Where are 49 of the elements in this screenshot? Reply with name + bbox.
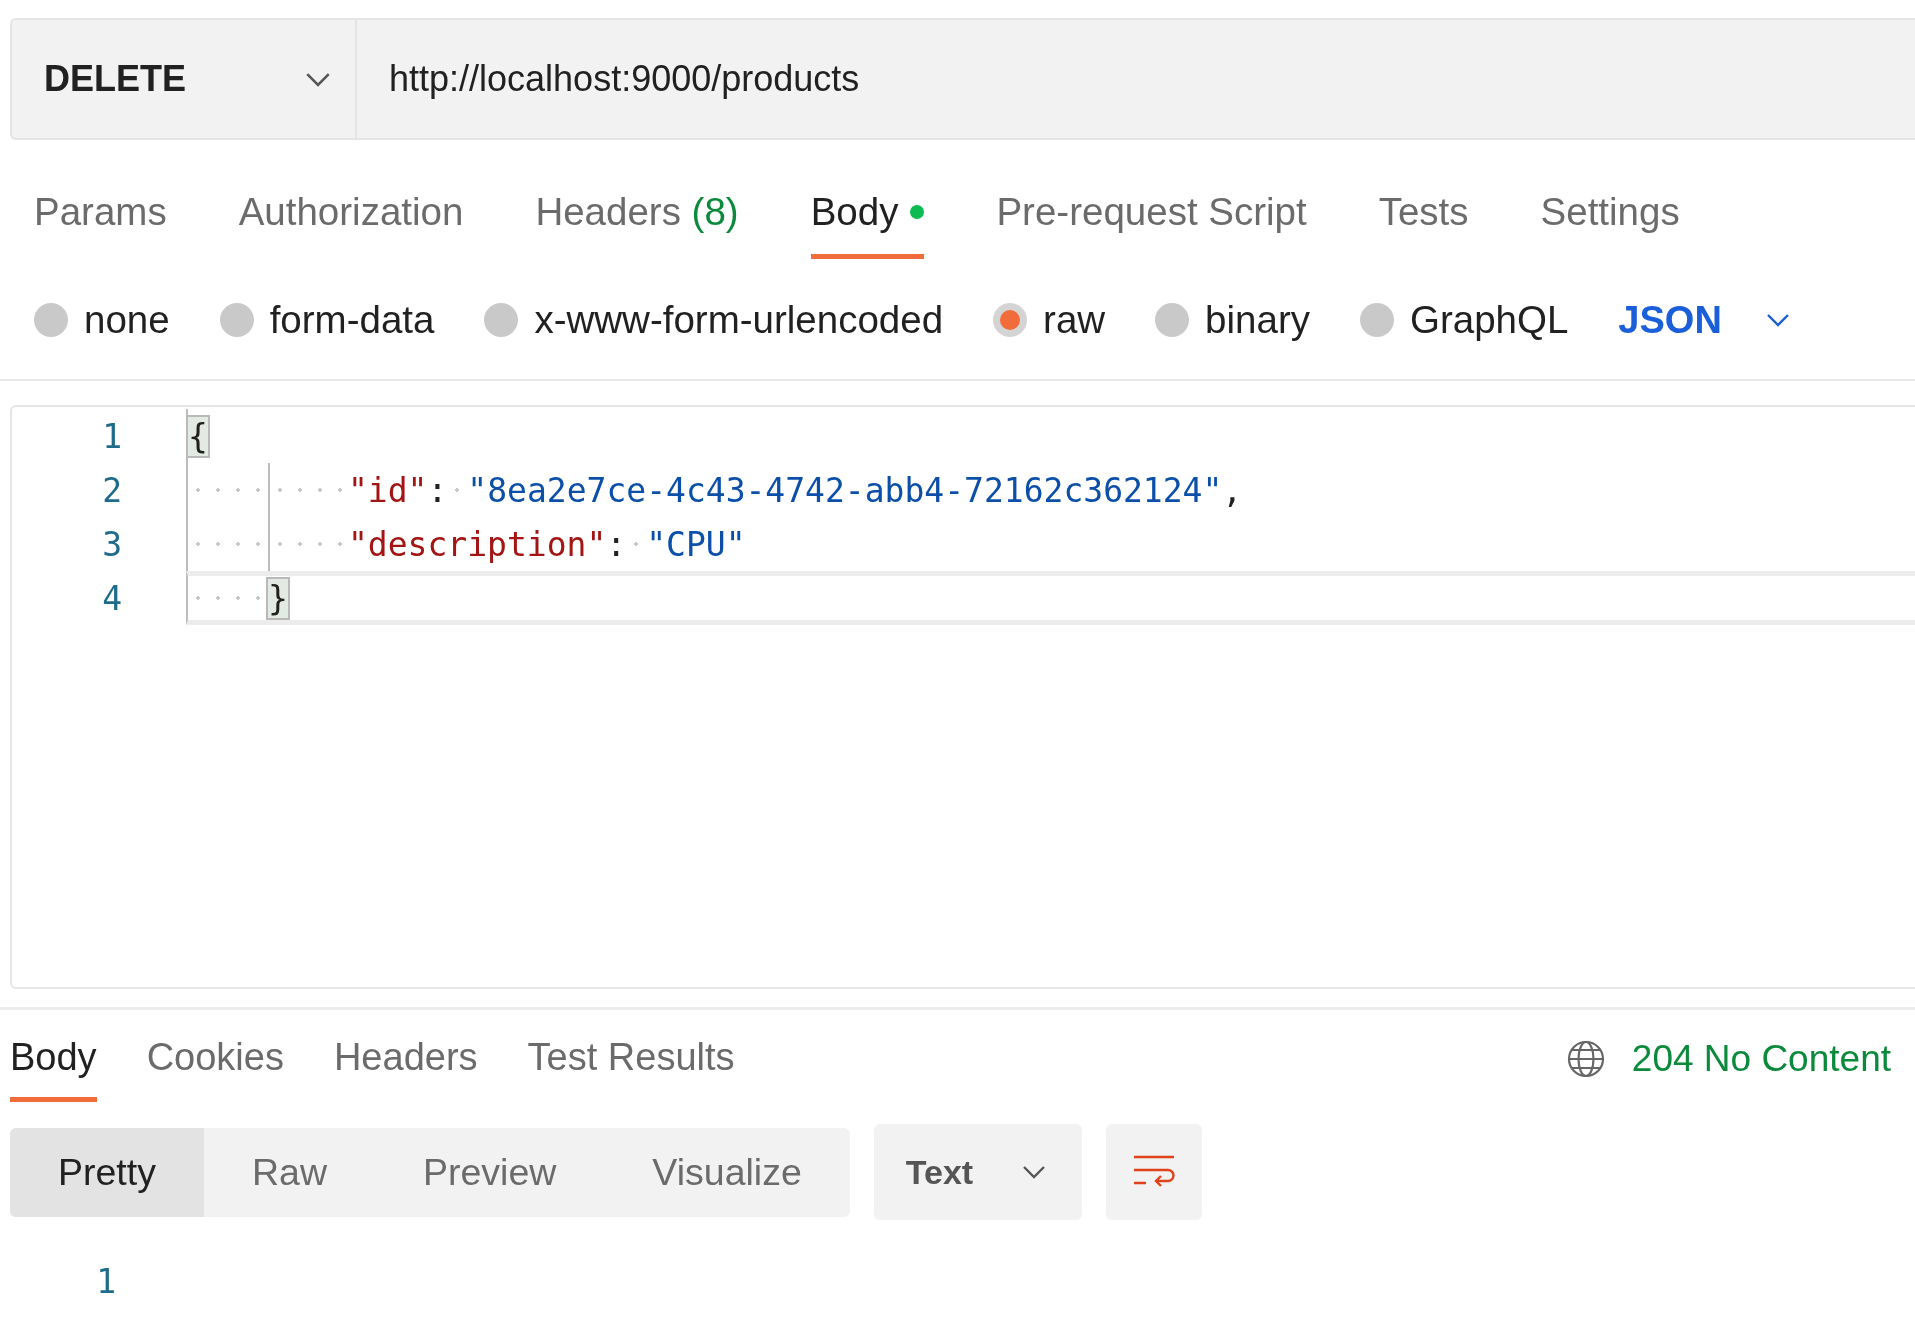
response-tab[interactable]: Cookies (146, 1036, 284, 1102)
json-key: "id" (348, 470, 428, 510)
punctuation: , (1222, 470, 1243, 510)
code-editor[interactable]: 1 { 2 "id": "8ea2e7ce-4c43-4742-abb4-72162c362124", 3 "description": "CPU" 4 } (10, 405, 1915, 989)
body-format-dropdown[interactable]: JSON (1618, 298, 1790, 342)
globe-icon (1565, 1039, 1606, 1079)
brace: } (268, 578, 288, 618)
line-number: 3 (101, 524, 122, 564)
radio-label[interactable]: x-www-form-urlencoded (534, 298, 944, 342)
radio-button[interactable] (219, 303, 254, 337)
view-mode-button[interactable]: Pretty (10, 1127, 204, 1217)
radio-label[interactable]: raw (1043, 298, 1106, 342)
json-string: "8ea2e7ce-4c43-4742-abb4-72162c362124" (467, 470, 1223, 510)
radio-button[interactable] (484, 303, 519, 337)
request-tab[interactable]: Tests (1378, 190, 1469, 259)
request-tab[interactable]: Settings (1540, 190, 1680, 259)
request-tab[interactable]: Authorization (238, 190, 464, 259)
radio-label[interactable]: form-data (269, 298, 435, 342)
radio-label[interactable]: binary (1205, 298, 1310, 342)
punctuation: : (427, 470, 448, 510)
response-tab[interactable]: Headers (333, 1036, 478, 1102)
response-tab[interactable]: Test Results (527, 1036, 735, 1102)
line-number: 1 (95, 1262, 116, 1301)
chevron-down-icon (1021, 1165, 1046, 1179)
request-tab[interactable]: Body (810, 190, 925, 259)
line-number: 4 (101, 578, 122, 618)
radio-label[interactable]: GraphQL (1410, 298, 1569, 342)
request-tab[interactable]: Headers (8) (535, 190, 739, 259)
radio-label[interactable]: none (84, 298, 170, 342)
view-mode-button[interactable]: Raw (203, 1127, 375, 1217)
line-number: 1 (101, 416, 122, 456)
brace: { (188, 416, 208, 456)
request-tab[interactable]: Params (34, 190, 167, 259)
status-text: 204 No Content (1631, 1038, 1891, 1080)
punctuation: : (606, 524, 627, 564)
radio-button[interactable] (1360, 303, 1394, 337)
radio-button[interactable] (34, 303, 68, 337)
wrap-lines-button[interactable] (1105, 1124, 1202, 1220)
view-mode-button[interactable]: Visualize (604, 1127, 850, 1217)
json-key: "description" (348, 524, 607, 564)
request-tab[interactable]: Pre-request Script (996, 190, 1307, 259)
response-tab[interactable]: Body (10, 1036, 97, 1102)
format-dropdown[interactable]: Text (873, 1124, 1082, 1220)
line-number: 2 (101, 470, 122, 510)
view-mode-button[interactable]: Preview (375, 1127, 605, 1217)
json-string: "CPU" (646, 524, 746, 564)
radio-button[interactable] (993, 303, 1028, 337)
chevron-down-icon (1765, 313, 1790, 327)
radio-button[interactable] (1155, 303, 1190, 337)
